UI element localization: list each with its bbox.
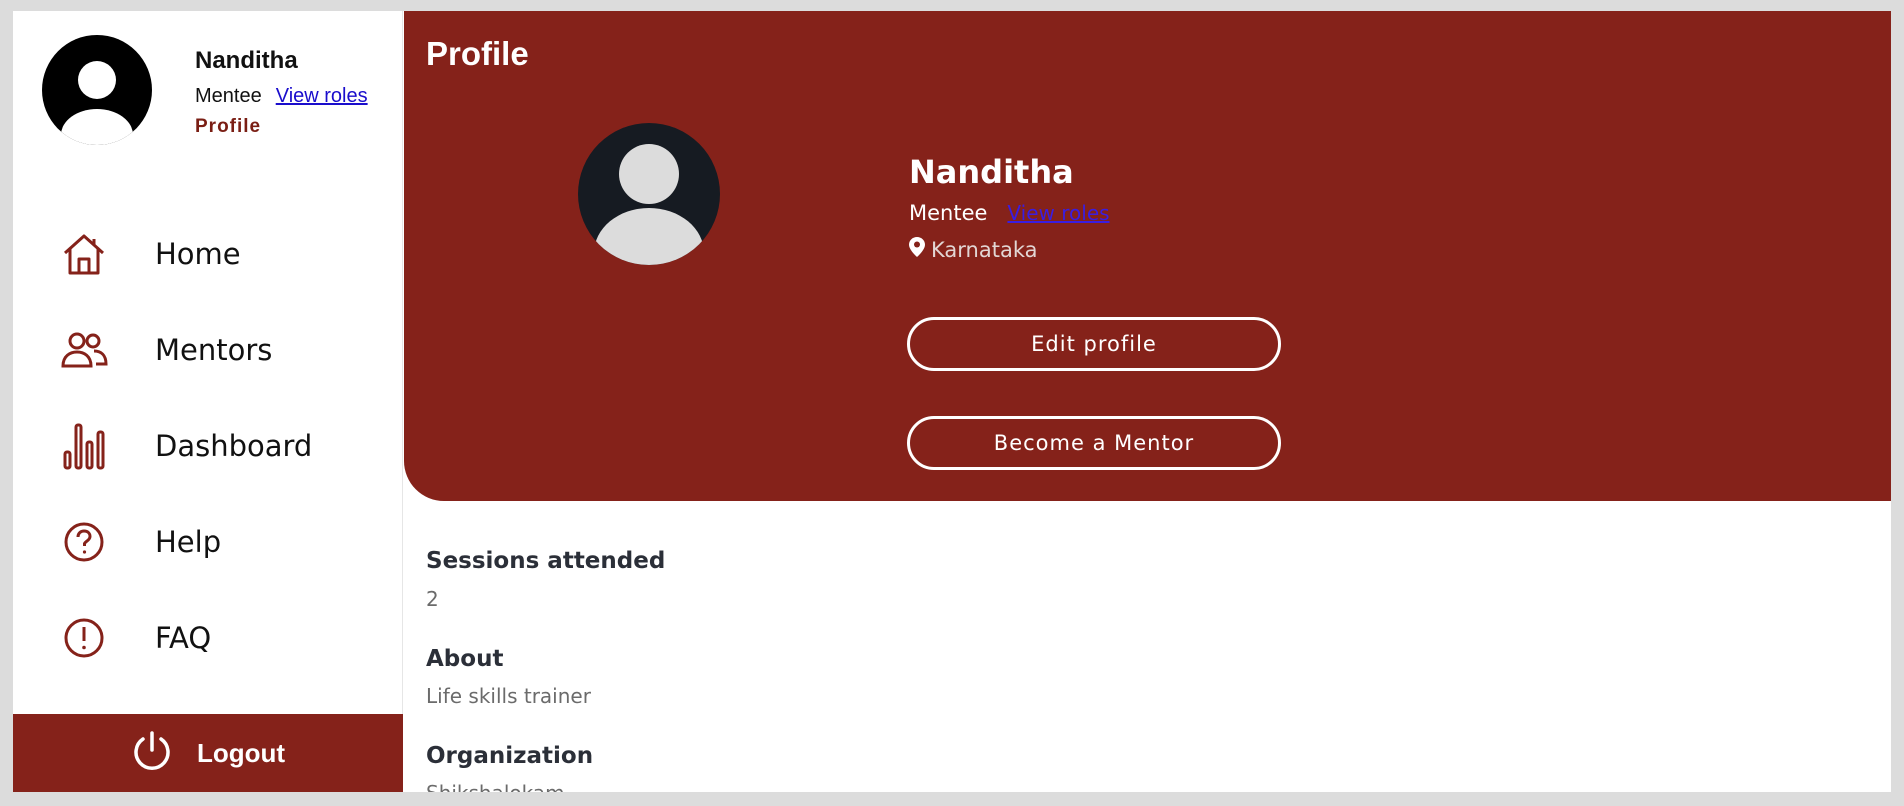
sidebar-view-roles-link[interactable]: View roles (276, 85, 368, 108)
sidebar-user-role: Mentee (195, 85, 262, 107)
edit-profile-button[interactable]: Edit profile (907, 317, 1281, 371)
sidebar-item-mentors[interactable]: Mentors (13, 315, 403, 385)
sidebar-item-label: Help (155, 525, 222, 559)
detail-label-organization: Organization (426, 743, 594, 769)
sidebar-user-card: Nanditha Mentee View roles Profile (13, 11, 403, 161)
become-mentor-button[interactable]: Become a Mentor (907, 416, 1281, 470)
logout-label: Logout (196, 737, 286, 768)
power-icon (131, 730, 173, 776)
detail-value-about: Life skills trainer (426, 684, 591, 708)
home-icon (58, 228, 110, 280)
location-text: Karnataka (931, 237, 1038, 262)
profile-avatar (578, 123, 720, 265)
page-title: Profile (426, 35, 529, 72)
detail-label-sessions: Sessions attended (426, 548, 666, 574)
location-pin-icon (909, 237, 925, 262)
profile-location: Karnataka (909, 237, 1037, 262)
detail-value-organization: Shikshalokam (426, 781, 565, 792)
profile-role-line: Mentee View roles (909, 201, 1110, 225)
sidebar-item-label: FAQ (155, 621, 212, 655)
profile-name: Nanditha (909, 153, 1074, 191)
sidebar-item-label: Mentors (155, 333, 273, 367)
exclamation-icon (58, 612, 110, 664)
sidebar-user-name: Nanditha (195, 47, 298, 74)
sidebar-item-faq[interactable]: FAQ (13, 603, 403, 673)
profile-view-roles-link[interactable]: View roles (1007, 201, 1109, 225)
users-icon (58, 324, 110, 376)
user-avatar-icon (578, 123, 720, 265)
sidebar-item-help[interactable]: Help (13, 507, 403, 577)
user-avatar-icon (42, 35, 152, 145)
app-window: Nanditha Mentee View roles Profile Home (13, 11, 1891, 792)
bar-chart-icon (58, 420, 110, 472)
detail-label-about: About (426, 646, 504, 672)
sidebar: Nanditha Mentee View roles Profile Home (13, 11, 403, 792)
question-icon (58, 516, 110, 568)
sidebar-item-label: Home (155, 237, 241, 271)
sidebar-item-dashboard[interactable]: Dashboard (13, 411, 403, 481)
logout-button[interactable]: Logout (13, 714, 403, 792)
sidebar-profile-link[interactable]: Profile (195, 116, 261, 138)
avatar (42, 35, 152, 145)
profile-header: Profile Nanditha Mentee View roles Karna… (404, 11, 1891, 501)
profile-role: Mentee (909, 201, 988, 225)
sidebar-item-home[interactable]: Home (13, 219, 403, 289)
sidebar-user-role-line: Mentee View roles (195, 85, 368, 108)
sidebar-item-label: Dashboard (155, 429, 313, 463)
detail-value-sessions: 2 (426, 587, 439, 611)
main-content: Profile Nanditha Mentee View roles Karna… (404, 11, 1891, 792)
